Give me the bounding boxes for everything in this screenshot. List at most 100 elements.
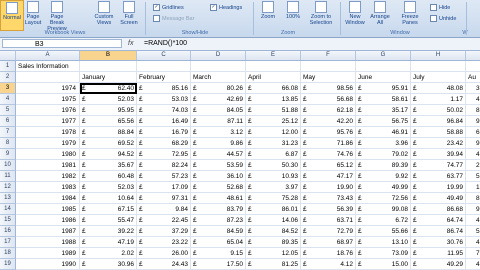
cell[interactable]: £73.09	[356, 248, 411, 259]
freeze-panes-button[interactable]: Freeze Panes	[395, 0, 425, 29]
cell[interactable]: £4.12	[301, 259, 356, 270]
column-header-f[interactable]: F	[301, 51, 356, 60]
checkbox-hide[interactable]: Hide	[430, 4, 450, 11]
page-break-preview-button[interactable]: Page Break Preview	[44, 0, 70, 32]
cell[interactable]: 4	[466, 215, 480, 226]
row-header[interactable]: 12	[0, 182, 16, 193]
cell[interactable]: 9	[466, 138, 480, 149]
cell[interactable]: £84.59	[191, 226, 246, 237]
cell[interactable]: 4	[466, 259, 480, 270]
normal-view-button[interactable]: Normal	[0, 0, 24, 31]
cell[interactable]: £35.67	[80, 160, 137, 171]
cell[interactable]: £83.79	[191, 204, 246, 215]
cell[interactable]: £65.12	[301, 160, 356, 171]
cell[interactable]: 3	[466, 83, 480, 94]
cell[interactable]: £49.49	[411, 193, 466, 204]
cell[interactable]: 5	[466, 226, 480, 237]
year-cell[interactable]: 1976	[16, 105, 80, 116]
cell[interactable]: £55.66	[356, 226, 411, 237]
cell[interactable]: 5	[466, 171, 480, 182]
cell[interactable]: £72.79	[301, 226, 356, 237]
cell[interactable]: £95.76	[301, 127, 356, 138]
checkbox-headings[interactable]: ✓ Headings	[210, 4, 242, 11]
cell[interactable]: £63.77	[411, 171, 466, 182]
row-header[interactable]: 1	[0, 61, 16, 72]
year-cell[interactable]: 1979	[16, 138, 80, 149]
cell[interactable]: £25.12	[246, 116, 301, 127]
cell[interactable]: Sales Information	[16, 61, 80, 72]
year-cell[interactable]: 1989	[16, 248, 80, 259]
cell[interactable]: £30.96	[80, 259, 137, 270]
cell[interactable]: £68.97	[301, 237, 356, 248]
cell[interactable]: £39.22	[80, 226, 137, 237]
column-header-b[interactable]: B	[80, 51, 137, 60]
cell[interactable]: £96.84	[411, 116, 466, 127]
cell[interactable]: 4	[466, 94, 480, 105]
cell[interactable]: £48.61	[191, 193, 246, 204]
cell[interactable]: 7	[466, 248, 480, 259]
cell[interactable]: £68.29	[137, 138, 191, 149]
year-cell[interactable]: 1980	[16, 149, 80, 160]
cell[interactable]: £95.91	[356, 83, 411, 94]
cell[interactable]: £1.17	[411, 94, 466, 105]
zoom-100-button[interactable]: 100%	[282, 0, 304, 29]
year-cell[interactable]: 1984	[16, 193, 80, 204]
cell[interactable]: £16.49	[137, 116, 191, 127]
cell[interactable]: £10.64	[80, 193, 137, 204]
cell[interactable]: £49.29	[411, 259, 466, 270]
year-cell[interactable]: 1985	[16, 204, 80, 215]
year-cell[interactable]: 1977	[16, 116, 80, 127]
cell[interactable]: £58.88	[411, 127, 466, 138]
checkbox-message-bar[interactable]: Message Bar	[153, 15, 194, 22]
cell[interactable]: £82.24	[137, 160, 191, 171]
cell[interactable]: £74.77	[411, 160, 466, 171]
column-header-c[interactable]: C	[137, 51, 191, 60]
cell[interactable]: £74.76	[301, 149, 356, 160]
cell[interactable]: £12.05	[246, 248, 301, 259]
cell[interactable]: 8	[466, 105, 480, 116]
cell[interactable]: £97.31	[137, 193, 191, 204]
year-cell[interactable]: 1982	[16, 171, 80, 182]
zoom-button[interactable]: Zoom	[257, 0, 279, 29]
column-header-a[interactable]: A	[16, 51, 80, 60]
cell[interactable]: £98.56	[301, 83, 356, 94]
cell[interactable]: May	[301, 72, 356, 83]
row-header[interactable]: 11	[0, 171, 16, 182]
row-header[interactable]: 15	[0, 215, 16, 226]
row-header[interactable]: 4	[0, 94, 16, 105]
cell[interactable]: £55.47	[80, 215, 137, 226]
row-header[interactable]: 3	[0, 83, 16, 94]
name-box[interactable]: B3	[2, 39, 122, 48]
year-cell[interactable]: 1974	[16, 83, 80, 94]
year-cell[interactable]: 1981	[16, 160, 80, 171]
cell[interactable]: January	[80, 72, 137, 83]
column-header-i[interactable]: I	[466, 51, 480, 60]
cell[interactable]	[466, 61, 480, 72]
cell[interactable]: 2	[466, 160, 480, 171]
row-header[interactable]: 13	[0, 193, 16, 204]
cell[interactable]: £37.29	[137, 226, 191, 237]
row-header[interactable]: 17	[0, 237, 16, 248]
formula-input[interactable]: =RAND()*100	[144, 39, 187, 49]
cell[interactable]: £17.09	[137, 182, 191, 193]
cell[interactable]: £23.22	[137, 237, 191, 248]
custom-views-button[interactable]: Custom Views	[92, 0, 116, 29]
column-header-g[interactable]: G	[356, 51, 411, 60]
full-screen-button[interactable]: Full Screen	[118, 0, 140, 29]
cell[interactable]: £47.17	[301, 171, 356, 182]
cell[interactable]: £46.91	[356, 127, 411, 138]
cell[interactable]: £50.02	[411, 105, 466, 116]
cell[interactable]: 9	[466, 204, 480, 215]
cell[interactable]: £67.15	[80, 204, 137, 215]
cell[interactable]: £56.39	[301, 204, 356, 215]
cell[interactable]: £57.23	[137, 171, 191, 182]
cell[interactable]: March	[191, 72, 246, 83]
cell[interactable]: £72.56	[356, 193, 411, 204]
cell[interactable]: £23.42	[411, 138, 466, 149]
cell[interactable]: £60.48	[80, 171, 137, 182]
cell[interactable]: £30.76	[411, 237, 466, 248]
cell[interactable]	[301, 61, 356, 72]
cell[interactable]: July	[411, 72, 466, 83]
cell[interactable]: £48.08	[411, 83, 466, 94]
cell[interactable]: £85.16	[137, 83, 191, 94]
